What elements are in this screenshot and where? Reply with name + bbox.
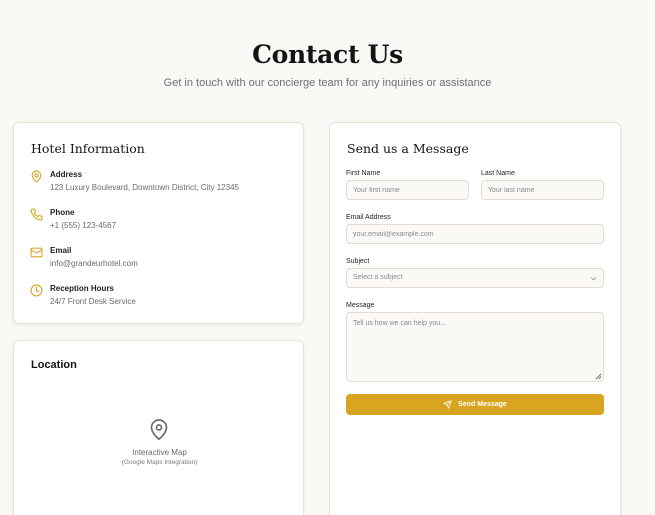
map-pin-icon: [31, 170, 42, 183]
hotel-information-card: Hotel Information Address 123 Luxury Bou…: [13, 122, 304, 324]
mail-icon: [30, 247, 43, 258]
first-name-input[interactable]: [346, 180, 469, 200]
message-form-card: Send us a Message First Name Last Name E…: [329, 122, 621, 515]
hotel-information-title: Hotel Information: [31, 141, 145, 156]
email-value: info@grandeurhotel.com: [50, 259, 138, 268]
message-label: Message: [346, 302, 375, 309]
map-pin-icon: [150, 419, 168, 440]
address-label: Address: [50, 170, 83, 179]
chevron-down-icon: [590, 277, 597, 281]
first-name-label: First Name: [346, 170, 381, 177]
last-name-label: Last Name: [481, 170, 515, 177]
send-message-button[interactable]: Send Message: [346, 394, 604, 415]
phone-icon: [30, 208, 43, 221]
phone-label: Phone: [50, 208, 75, 217]
send-icon: [443, 400, 452, 409]
subject-label: Subject: [346, 258, 370, 265]
location-title: Location: [31, 359, 77, 371]
send-message-label: Send Message: [458, 401, 507, 408]
clock-icon: [30, 284, 43, 297]
reception-hours-value: 24/7 Front Desk Service: [50, 297, 136, 306]
email-address-input[interactable]: [346, 224, 604, 244]
location-card: Location Interactive Map (Google Maps In…: [13, 340, 304, 515]
contact-page: Contact Us Get in touch with our concier…: [0, 0, 655, 515]
last-name-input[interactable]: [481, 180, 604, 200]
message-form-title: Send us a Message: [347, 141, 469, 156]
page-title: Contact Us: [252, 40, 403, 69]
address-value: 123 Luxury Boulevard, Downtown District,…: [50, 183, 239, 192]
email-label: Email: [50, 246, 72, 255]
message-field-wrapper: [346, 312, 604, 382]
page-subtitle: Get in touch with our concierge team for…: [163, 77, 492, 89]
map-placeholder-subtitle: (Google Maps Integration): [121, 459, 198, 466]
phone-value: +1 (555) 123-4567: [50, 221, 117, 230]
subject-selected-value: Select a subject: [353, 274, 403, 281]
email-address-label: Email Address: [346, 214, 391, 221]
message-textarea[interactable]: [346, 312, 604, 382]
resize-handle-icon[interactable]: [595, 373, 602, 380]
subject-select[interactable]: Select a subject: [346, 268, 604, 288]
map-placeholder-title: Interactive Map: [132, 448, 187, 457]
reception-hours-label: Reception Hours: [50, 284, 115, 293]
